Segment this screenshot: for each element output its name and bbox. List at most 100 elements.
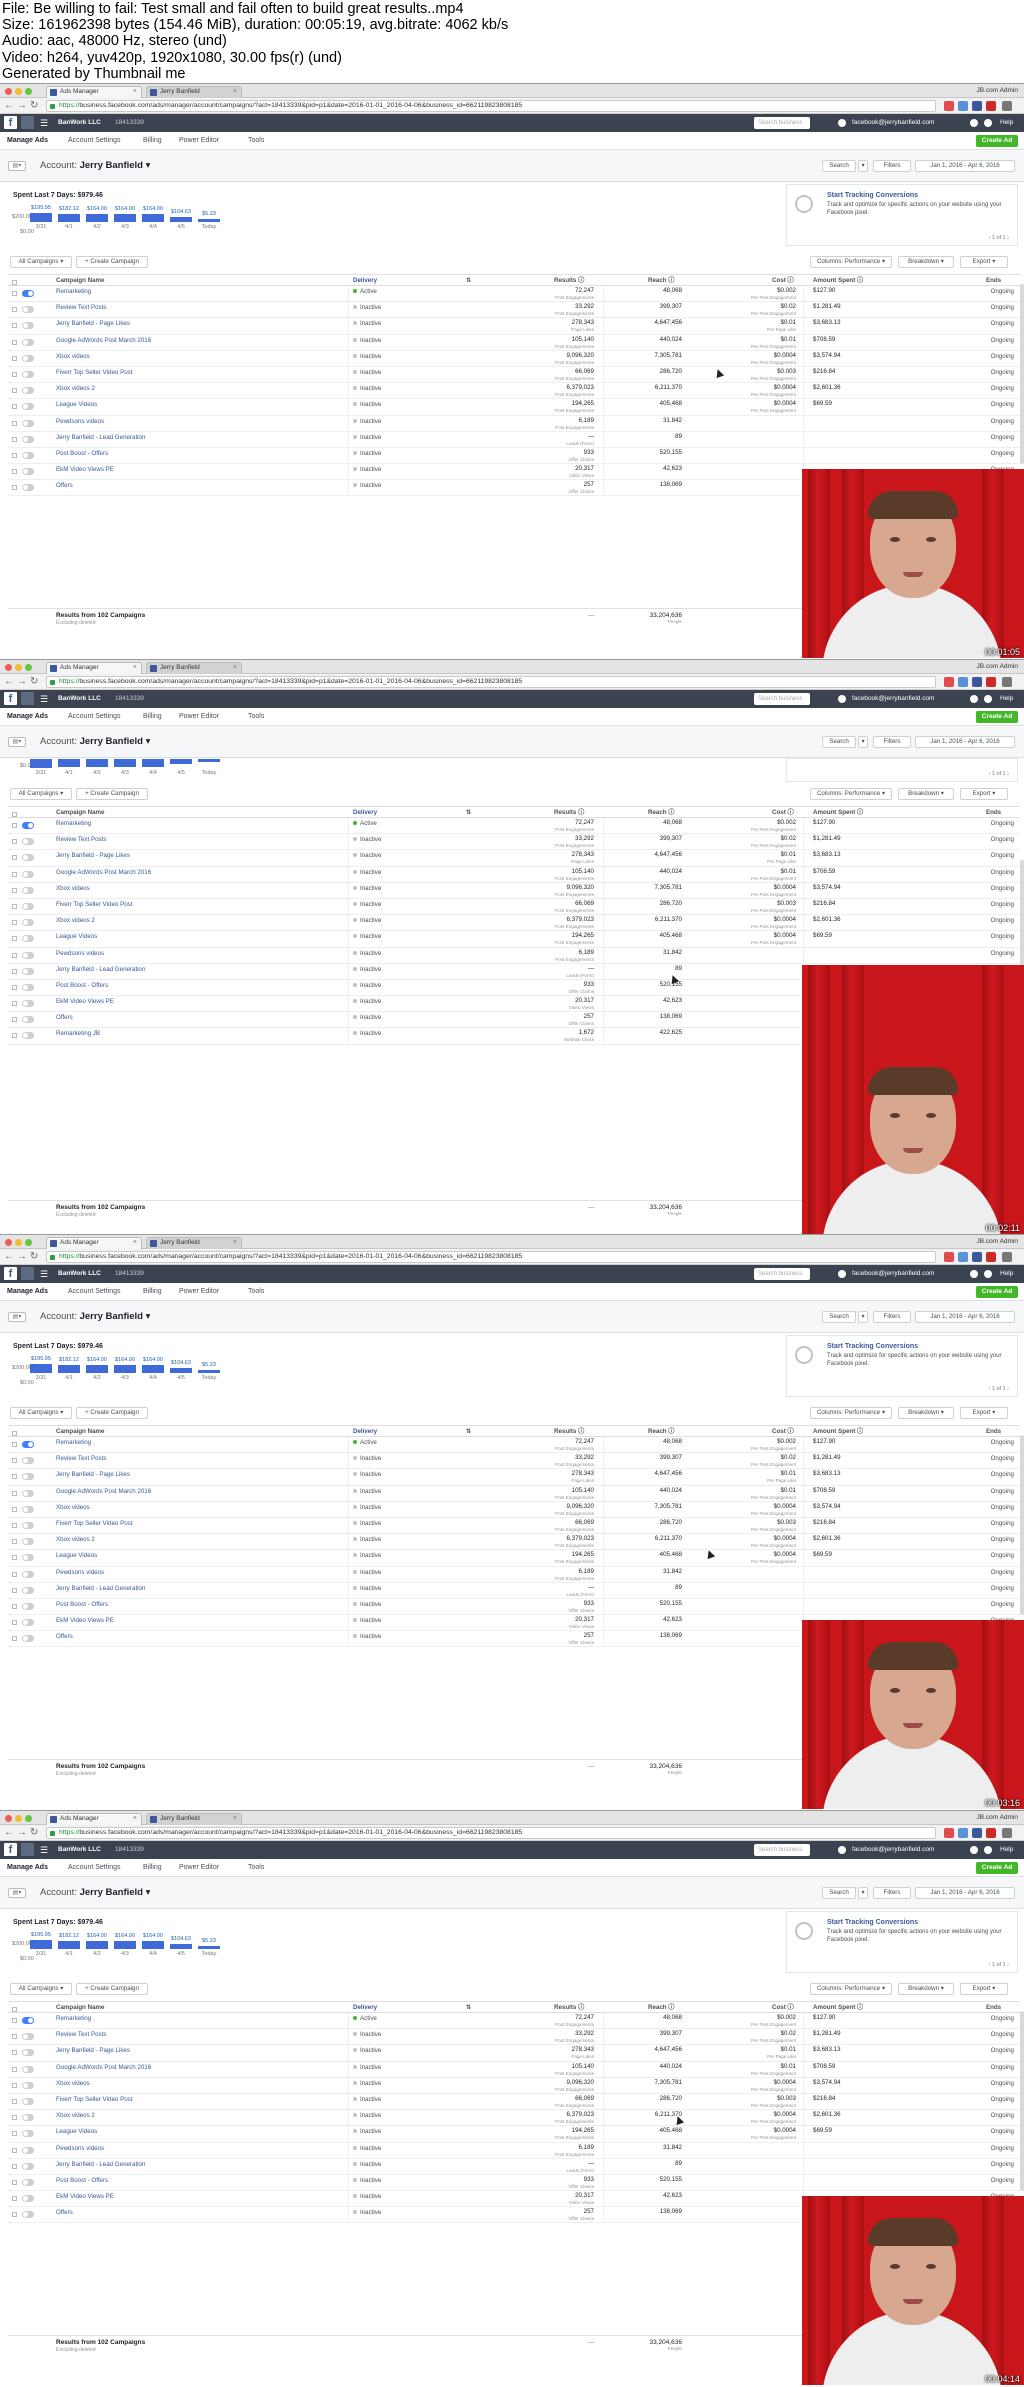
campaign-toggle[interactable] [22,1000,34,1008]
row-checkbox[interactable] [12,1458,17,1464]
user-avatar[interactable] [838,695,846,703]
breakdown-dropdown[interactable]: Breakdown ▾ [898,1407,954,1419]
campaign-toggle[interactable] [22,902,34,910]
col-amount-spent[interactable]: Amount Spent ⓘ [813,808,863,817]
row-checkbox[interactable] [12,1636,17,1642]
campaign-toggle[interactable] [22,1489,34,1497]
spend-bar[interactable] [170,217,192,222]
address-input[interactable]: https://business.facebook.com/ads/manage… [46,100,936,112]
help-link[interactable]: Help [1000,694,1013,704]
campaign-toggle[interactable] [22,854,34,862]
campaign-row[interactable]: Post Boost - Offers Inactive 933 Offer Clai… [8,2174,1020,2192]
row-checkbox[interactable] [12,323,17,329]
campaign-toggle[interactable] [22,1521,34,1529]
campaign-toggle[interactable] [22,322,34,330]
select-all-checkbox[interactable] [12,280,17,285]
sort-icon[interactable]: ⇅ [466,1427,471,1436]
search-button[interactable]: Search [822,1311,856,1323]
row-checkbox[interactable] [12,2082,17,2088]
extension-icon[interactable] [986,1252,996,1262]
campaign-name-link[interactable]: Post Boost - Offers [56,1601,108,1609]
browser-tab-ads-manager[interactable]: Ads Manager × [46,86,142,98]
campaign-toggle[interactable] [22,886,34,894]
campaign-toggle[interactable] [22,2146,34,2154]
tracking-pagination[interactable]: ‹ 1 of 1 › [988,235,1009,241]
row-checkbox[interactable] [12,1620,17,1626]
campaign-toggle[interactable] [22,387,34,395]
campaign-row[interactable]: Jerry Banfield - Page Likes Inactive 278,3… [8,1469,1020,1486]
filters-button[interactable]: Filters [873,736,911,748]
campaign-toggle[interactable] [22,1619,34,1627]
campaign-toggle[interactable] [22,822,34,829]
spend-bar[interactable] [142,1941,164,1949]
sort-icon[interactable]: ⇅ [466,808,471,817]
spend-bar[interactable] [114,1941,136,1949]
campaign-row[interactable]: Xbox videos Inactive 9,096,320 Post Engagem… [8,882,1020,899]
spend-bar[interactable] [198,759,220,762]
business-search-input[interactable]: Search business [754,693,810,705]
browser-tab-jerry-banfield[interactable]: Jerry Banfield × [146,1813,242,1825]
browser-profile[interactable]: JB.com Admin [976,85,1018,96]
extension-icon[interactable] [972,1828,982,1838]
campaign-name-link[interactable]: Xbox videos 2 [56,917,95,925]
campaign-toggle[interactable] [22,919,34,927]
forward-arrow-icon[interactable]: → [17,1827,27,1839]
spend-bar[interactable] [86,1365,108,1373]
campaign-row[interactable]: Xbox videos Inactive 9,096,320 Post Engagem… [8,350,1020,367]
user-email[interactable]: facebook@jerrybanfield.com [852,1845,934,1855]
col-ends[interactable]: Ends [986,2003,1001,2012]
campaign-name-link[interactable]: Xbox videos [56,1504,90,1512]
business-avatar[interactable] [21,116,34,129]
campaign-name-link[interactable]: EkM Video Views PE [56,2193,114,2201]
campaign-row[interactable]: Post Boost - Offers Inactive 933 Offer Clai… [8,447,1020,465]
notifications-icon[interactable] [970,695,978,703]
col-amount-spent[interactable]: Amount Spent ⓘ [813,2003,863,2012]
nav-billing[interactable]: Billing [143,1863,162,1873]
notifications-icon[interactable] [970,1270,978,1278]
spend-bar[interactable] [86,214,108,222]
campaign-toggle[interactable] [22,484,34,492]
forward-arrow-icon[interactable]: → [17,100,27,112]
campaign-row[interactable]: Xbox videos 2 Inactive 6,379,023 Post Engag… [8,915,1020,932]
business-avatar[interactable] [21,1267,34,1280]
col-reach[interactable]: Reach ⓘ [648,808,675,817]
select-all-checkbox[interactable] [12,812,17,817]
campaign-name-link[interactable]: Offers [56,1633,73,1641]
campaign-name-link[interactable]: Xbox videos [56,2080,90,2088]
tracking-title[interactable]: Start Tracking Conversions [827,192,918,199]
row-checkbox[interactable] [12,404,17,410]
search-button[interactable]: Search [822,1887,856,1899]
row-checkbox[interactable] [12,984,17,990]
campaign-toggle[interactable] [22,435,34,443]
campaign-name-link[interactable]: Google AdWords Post March 2016 [56,1488,151,1496]
campaign-name-link[interactable]: Google AdWords Post March 2016 [56,2064,151,2072]
campaign-toggle[interactable] [22,951,34,959]
sort-icon[interactable]: ⇅ [466,2003,471,2012]
extension-icon[interactable] [958,677,968,687]
campaign-toggle[interactable] [22,1441,34,1448]
row-checkbox[interactable] [12,952,17,958]
facebook-logo-icon[interactable]: f [4,1267,17,1280]
campaign-name-link[interactable]: Post Boost - Offers [56,450,108,458]
row-checkbox[interactable] [12,1603,17,1609]
campaign-toggle[interactable] [22,838,34,846]
row-checkbox[interactable] [12,469,17,475]
row-checkbox[interactable] [12,420,17,426]
row-checkbox[interactable] [12,968,17,974]
campaign-name-link[interactable]: Offers [56,1014,73,1022]
export-dropdown[interactable]: Export ▾ [960,256,1008,268]
breakdown-dropdown[interactable]: Breakdown ▾ [898,1983,954,1995]
campaign-row[interactable]: Fiverr Top Seller Video Post Inactive 66,0… [8,366,1020,384]
campaign-name-link[interactable]: Jerry Banfield - Lead Generation [56,1585,145,1593]
campaign-toggle[interactable] [22,2162,34,2170]
campaign-name-link[interactable]: Fiverr Top Seller Video Post [56,1520,132,1528]
nav-tools[interactable]: Tools [248,712,264,722]
campaign-toggle[interactable] [22,1505,34,1513]
campaign-name-link[interactable]: Jerry Banfield - Page Likes [56,1471,130,1479]
menu-icon[interactable] [1002,1828,1012,1838]
row-checkbox[interactable] [12,2098,17,2104]
campaign-toggle[interactable] [22,1554,34,1562]
campaign-toggle[interactable] [22,1570,34,1578]
row-checkbox[interactable] [12,339,17,345]
campaign-row[interactable]: Post Boost - Offers Inactive 933 Offer Clai… [8,1598,1020,1616]
